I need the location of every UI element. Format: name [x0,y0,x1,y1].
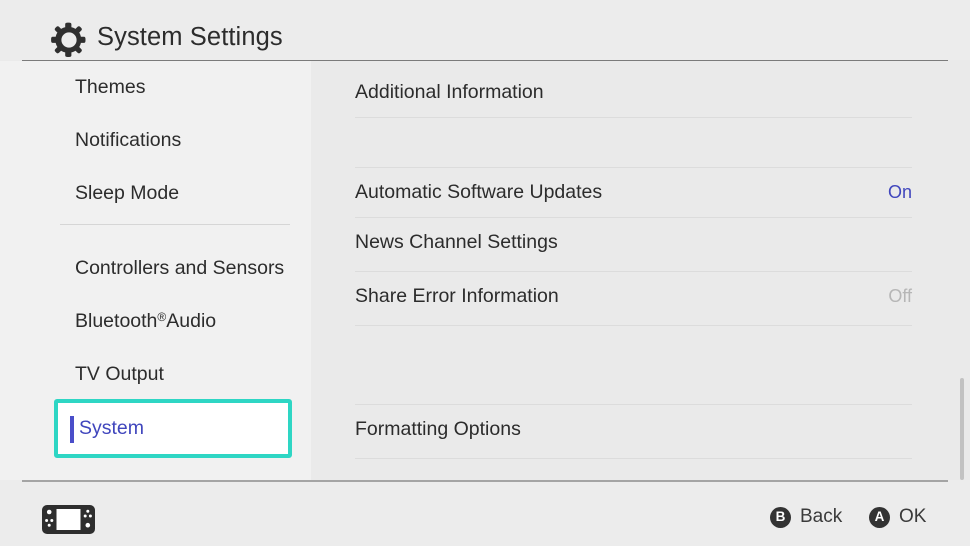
back-button-label: Back [800,506,842,528]
row-label: News Channel Settings [355,231,558,254]
gear-icon [49,20,89,60]
sidebar-item-label: System [79,417,144,440]
sidebar-item-label: TV Output [75,363,164,386]
sidebar-item-label: Themes [75,76,145,99]
system-settings-screen: System Settings Themes Notifications Sle… [0,0,970,546]
sidebar-item-controllers-and-sensors[interactable]: Controllers and Sensors [0,242,311,295]
sidebar-item-label-tail: Audio [166,310,216,333]
row-label: Automatic Software Updates [355,181,602,204]
switch-console-icon [42,505,95,534]
sidebar-item-sleep-mode[interactable]: Sleep Mode [0,167,311,220]
header-bar: System Settings [0,0,970,60]
scrollbar-thumb[interactable] [960,378,964,480]
ok-button-label: OK [899,506,926,528]
row-divider [355,458,912,459]
settings-row-share-error-information[interactable]: Share Error Information Off [355,272,912,321]
row-value: Off [888,286,912,307]
a-button-badge: A [869,507,890,528]
footer-divider [22,480,948,482]
ok-button[interactable]: A OK [869,506,926,528]
sidebar-item-system[interactable]: System [54,399,292,458]
sidebar-item-label: Notifications [75,129,181,152]
selection-caret [70,416,74,443]
row-divider [355,325,912,326]
settings-row-news-channel-settings[interactable]: News Channel Settings [355,218,912,267]
sidebar-group-divider [60,224,290,225]
back-button[interactable]: B Back [770,506,842,528]
sidebar-item-bluetooth-audio[interactable]: Bluetooth® Audio [0,295,311,348]
sidebar-item-tv-output[interactable]: TV Output [0,348,311,401]
settings-row-automatic-software-updates[interactable]: Automatic Software Updates On [355,168,912,216]
sidebar: Themes Notifications Sleep Mode Controll… [0,61,311,480]
row-label: Formatting Options [355,418,521,441]
sidebar-item-label: Bluetooth [75,310,157,333]
row-value: On [888,182,912,203]
sidebar-item-label: Sleep Mode [75,182,179,205]
row-label: Share Error Information [355,285,559,308]
b-button-badge: B [770,507,791,528]
page-title: System Settings [97,23,283,52]
row-divider [355,117,912,118]
row-label: Additional Information [355,81,544,104]
sidebar-item-themes[interactable]: Themes [0,61,311,114]
settings-row-formatting-options[interactable]: Formatting Options [355,405,912,454]
sidebar-item-label: Controllers and Sensors [75,257,284,280]
sidebar-item-notifications[interactable]: Notifications [0,114,311,167]
settings-list: Additional Information Automatic Softwar… [311,61,970,480]
settings-row-additional-information[interactable]: Additional Information [355,68,912,116]
